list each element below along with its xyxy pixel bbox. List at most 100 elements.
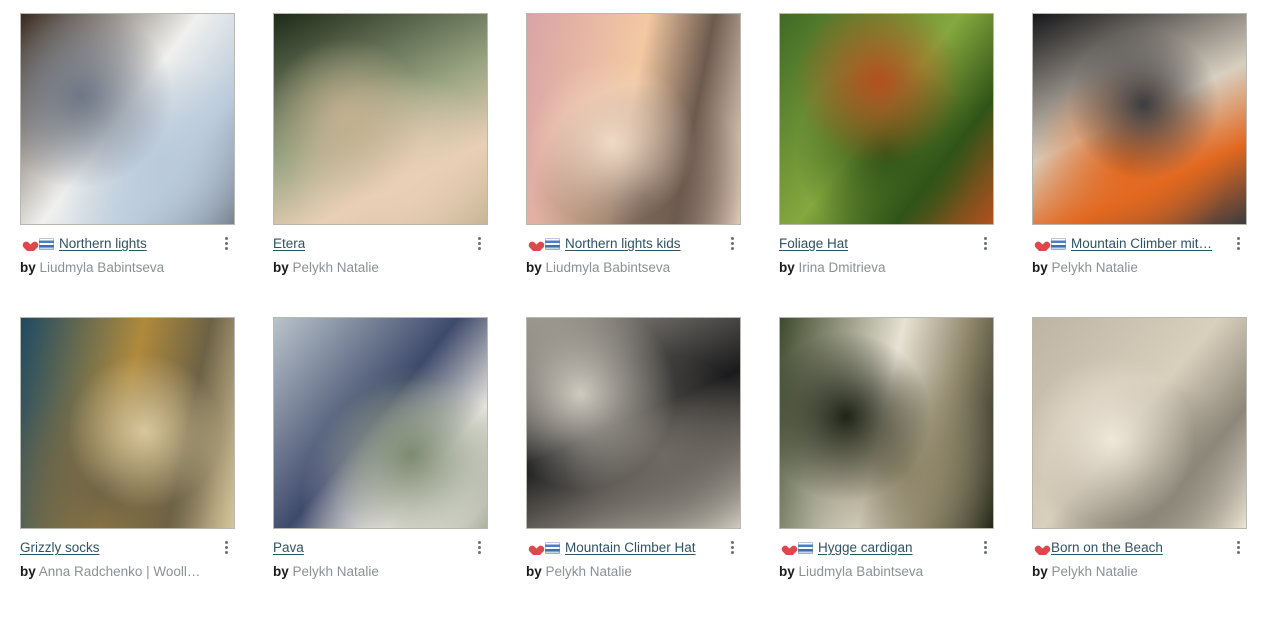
pattern-thumbnail-link[interactable]	[273, 317, 488, 529]
kebab-dot	[224, 242, 228, 245]
pattern-author-link[interactable]: Pelykh Natalie	[1052, 260, 1138, 275]
pattern-thumbnail-link[interactable]	[20, 13, 235, 225]
pattern-title-link[interactable]: Born on the Beach	[1051, 540, 1163, 555]
pattern-card: Foliage Hat by Irina Dmitrieva	[779, 13, 994, 317]
kebab-menu-icon[interactable]	[723, 538, 741, 557]
kebab-dot	[983, 551, 987, 554]
pattern-card: Northern lights kids by Liudmyla Babints…	[526, 13, 741, 317]
pattern-title-link[interactable]: Northern lights	[59, 236, 147, 251]
byline-by-label: by	[273, 260, 289, 275]
pattern-byline: by Pelykh Natalie	[526, 564, 739, 579]
pattern-title-link[interactable]: Grizzly socks	[20, 540, 100, 555]
pattern-meta: Hygge cardigan by Liudmyla Babintseva	[779, 529, 994, 579]
pattern-title-group: Northern lights kids	[526, 236, 717, 251]
pattern-thumbnail-link[interactable]	[20, 317, 235, 529]
kebab-menu-icon[interactable]	[217, 234, 235, 253]
pattern-title-group: Born on the Beach	[1032, 540, 1223, 555]
byline-by-label: by	[273, 564, 289, 579]
pattern-author-link[interactable]: Liudmyla Babintseva	[546, 260, 671, 275]
pattern-title-link[interactable]: Hygge cardigan	[818, 540, 913, 555]
pattern-title-group: Etera	[273, 236, 464, 251]
pattern-photo	[1033, 318, 1246, 528]
byline-by-label: by	[779, 564, 795, 579]
pattern-thumbnail-link[interactable]	[779, 317, 994, 529]
pattern-title-group: Grizzly socks	[20, 540, 211, 555]
pattern-title-link[interactable]: Foliage Hat	[779, 236, 848, 251]
kebab-menu-icon[interactable]	[470, 538, 488, 557]
pattern-meta: Pava by Pelykh Natalie	[273, 529, 488, 579]
pattern-author-link[interactable]: Irina Dmitrieva	[799, 260, 886, 275]
pattern-photo	[527, 14, 740, 224]
pattern-card: Etera by Pelykh Natalie	[273, 13, 488, 317]
kebab-dot	[1236, 242, 1240, 245]
byline-by-label: by	[1032, 564, 1048, 579]
kebab-dot	[477, 541, 481, 544]
kebab-dot	[1236, 237, 1240, 240]
pattern-title-row: Hygge cardigan	[779, 538, 994, 557]
kebab-dot	[983, 242, 987, 245]
pattern-thumbnail-link[interactable]	[779, 13, 994, 225]
pattern-title-group: Mountain Climber mit…	[1032, 236, 1223, 251]
pattern-card: Born on the Beach by Pelykh Natalie	[1032, 317, 1247, 621]
byline-by-label: by	[1032, 260, 1048, 275]
kebab-dot	[1236, 546, 1240, 549]
kebab-dot	[224, 546, 228, 549]
pattern-card: Mountain Climber mit… by Pelykh Natalie	[1032, 13, 1247, 317]
kebab-dot	[477, 242, 481, 245]
pattern-thumbnail-link[interactable]	[526, 13, 741, 225]
pattern-author-link[interactable]: Pelykh Natalie	[546, 564, 632, 579]
pattern-author-link[interactable]: Pelykh Natalie	[293, 564, 379, 579]
heart-icon	[526, 541, 540, 554]
pattern-thumbnail-link[interactable]	[526, 317, 741, 529]
kebab-dot	[1236, 541, 1240, 544]
pattern-meta: Northern lights by Liudmyla Babintseva	[20, 225, 235, 275]
kebab-menu-icon[interactable]	[723, 234, 741, 253]
store-badge-icon	[545, 237, 560, 250]
kebab-dot	[983, 237, 987, 240]
pattern-meta: Grizzly socks by Anna Radchenko | Wooll…	[20, 529, 235, 579]
pattern-title-link[interactable]: Northern lights kids	[565, 236, 681, 251]
pattern-title-group: Northern lights	[20, 236, 211, 251]
kebab-menu-icon[interactable]	[976, 538, 994, 557]
kebab-dot	[730, 551, 734, 554]
heart-icon	[779, 541, 793, 554]
pattern-title-row: Mountain Climber Hat	[526, 538, 741, 557]
pattern-photo	[21, 14, 234, 224]
pattern-author-link[interactable]: Pelykh Natalie	[1052, 564, 1138, 579]
pattern-author-link[interactable]: Anna Radchenko | Wooll…	[39, 564, 201, 579]
pattern-thumbnail-link[interactable]	[1032, 317, 1247, 529]
pattern-title-link[interactable]: Pava	[273, 540, 304, 555]
kebab-menu-icon[interactable]	[1229, 234, 1247, 253]
pattern-title-group: Foliage Hat	[779, 236, 970, 251]
pattern-byline: by Anna Radchenko | Wooll…	[20, 564, 233, 579]
pattern-thumbnail-link[interactable]	[1032, 13, 1247, 225]
byline-by-label: by	[779, 260, 795, 275]
pattern-meta: Foliage Hat by Irina Dmitrieva	[779, 225, 994, 275]
pattern-meta: Mountain Climber mit… by Pelykh Natalie	[1032, 225, 1247, 275]
kebab-dot	[224, 247, 228, 250]
pattern-card: Mountain Climber Hat by Pelykh Natalie	[526, 317, 741, 621]
pattern-card: Grizzly socks by Anna Radchenko | Wooll…	[20, 317, 235, 621]
pattern-meta: Mountain Climber Hat by Pelykh Natalie	[526, 529, 741, 579]
pattern-title-link[interactable]: Etera	[273, 236, 305, 251]
kebab-menu-icon[interactable]	[470, 234, 488, 253]
pattern-byline: by Pelykh Natalie	[273, 564, 486, 579]
heart-icon	[1032, 237, 1046, 250]
kebab-menu-icon[interactable]	[1229, 538, 1247, 557]
byline-by-label: by	[526, 260, 542, 275]
pattern-title-row: Northern lights kids	[526, 234, 741, 253]
pattern-author-link[interactable]: Liudmyla Babintseva	[40, 260, 165, 275]
pattern-title-link[interactable]: Mountain Climber Hat	[565, 540, 696, 555]
heart-icon	[1032, 541, 1046, 554]
pattern-author-link[interactable]: Liudmyla Babintseva	[799, 564, 924, 579]
kebab-dot	[1236, 551, 1240, 554]
kebab-dot	[224, 551, 228, 554]
pattern-author-link[interactable]: Pelykh Natalie	[293, 260, 379, 275]
pattern-title-row: Pava	[273, 538, 488, 557]
kebab-dot	[983, 541, 987, 544]
kebab-menu-icon[interactable]	[976, 234, 994, 253]
pattern-title-link[interactable]: Mountain Climber mit…	[1071, 236, 1212, 251]
pattern-photo	[1033, 14, 1246, 224]
pattern-thumbnail-link[interactable]	[273, 13, 488, 225]
kebab-menu-icon[interactable]	[217, 538, 235, 557]
